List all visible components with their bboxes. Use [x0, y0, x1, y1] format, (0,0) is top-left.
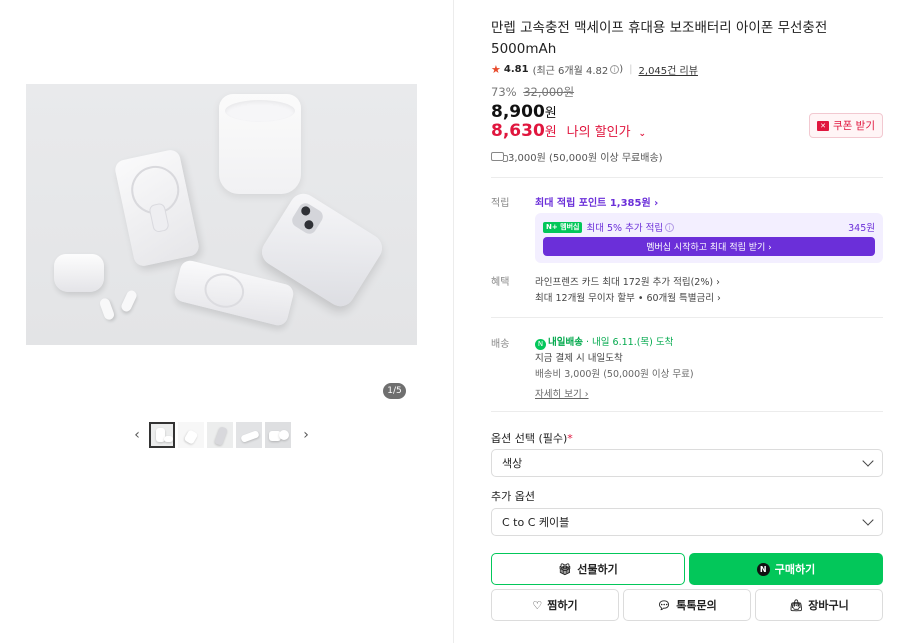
sale-price-number: 8,900: [491, 102, 545, 122]
wishlist-button[interactable]: ♡ 찜하기: [491, 589, 619, 621]
extra-option-label: 추가 옵션: [491, 490, 535, 503]
panel-divider: [453, 0, 454, 643]
card-benefit-link[interactable]: 라인프렌즈 카드 최대 172원 추가 적립(2%) ›: [535, 274, 720, 288]
gift-button[interactable]: 🎁︎ 선물하기: [491, 553, 685, 585]
thumbnail-prev-arrow[interactable]: ‹: [130, 421, 144, 448]
gift-icon: 🎁︎: [558, 562, 573, 576]
wishlist-button-label: 찜하기: [547, 599, 578, 612]
thumbnail-2[interactable]: [178, 421, 204, 448]
thumbnail-3[interactable]: [207, 421, 233, 448]
shipping-fee: 3,000원 (50,000원 이상 무료배송): [491, 149, 663, 164]
membership-start-button[interactable]: 멤버십 시작하고 최대 적립 받기 ›: [543, 237, 875, 256]
membership-text: 최대 5% 추가 적립: [586, 223, 664, 234]
my-price-number: 8,630: [491, 121, 545, 141]
discount-row: 73% 32,000원: [491, 84, 574, 100]
delivery-note: 지금 결제 시 내일도착: [535, 353, 623, 364]
heart-icon: ♡: [532, 598, 543, 612]
chevron-down-icon: [862, 455, 874, 467]
chat-bubble-icon: 💬︎: [657, 598, 672, 612]
buy-button[interactable]: N 구매하기: [689, 553, 883, 585]
delivery-eta: N 내일배송 · 내일 6.11.(목) 도착: [535, 334, 673, 350]
product-gallery: 1/5 ‹ ›: [0, 0, 453, 643]
divider: [491, 317, 883, 318]
extra-option-select[interactable]: C to C 케이블: [491, 508, 883, 536]
image-page-indicator: 1/5: [383, 383, 406, 399]
cart-button-label: 장바구니: [808, 599, 849, 612]
earbud-image: [98, 296, 116, 322]
info-icon[interactable]: i: [610, 65, 620, 74]
shopping-bag-icon: 👜︎: [789, 598, 804, 612]
cart-button[interactable]: 👜︎ 장바구니: [755, 589, 883, 621]
delivery-detail-link[interactable]: 자세히 보기 ›: [535, 386, 589, 400]
gift-button-label: 선물하기: [577, 563, 618, 576]
divider: [491, 411, 883, 412]
thumbnail-1[interactable]: [149, 421, 175, 448]
thumbnail-strip: ‹ ›: [130, 421, 313, 448]
my-discount-price[interactable]: 8,630원 나의 할인가 ⌄: [491, 121, 646, 141]
earbud-image: [119, 288, 139, 314]
color-option-value: 색상: [502, 457, 523, 470]
rating-detail-close: ): [619, 64, 624, 75]
buy-button-label: 구매하기: [774, 563, 816, 576]
my-price-label: 나의 할인가: [566, 125, 631, 140]
required-option-label: 옵션 선택 (필수)*: [491, 430, 573, 446]
delivery-eta-text: · 내일 6.11.(목) 도착: [586, 337, 674, 348]
coupon-button[interactable]: ✕ 쿠폰 받기: [809, 113, 883, 138]
talk-inquiry-button-label: 톡톡문의: [676, 599, 717, 612]
installment-benefit-link[interactable]: 최대 12개월 무이자 할부 • 60개월 특별금리 ›: [535, 290, 721, 304]
coupon-icon: ✕: [817, 120, 829, 131]
naver-pay-icon: N: [756, 562, 770, 576]
thumbnail-5[interactable]: [265, 421, 291, 448]
extra-option-value: C to C 케이블: [502, 516, 570, 529]
chevron-down-icon: [862, 514, 874, 526]
thumbnail-next-arrow[interactable]: ›: [299, 421, 313, 448]
product-title: 만렙 고속충전 맥세이프 휴대용 보조배터리 아이폰 무선충전 5000mAh: [491, 20, 828, 57]
star-icon: ★: [491, 63, 501, 76]
earbuds-case-image: [54, 254, 104, 292]
review-count-link[interactable]: 2,045건 리뷰: [639, 62, 698, 77]
shipping-fee-text: 3,000원 (50,000원 이상 무료배송): [508, 153, 663, 164]
rating-detail: (최근 6개월 4.82: [532, 66, 609, 77]
rating-row: ★ 4.81 (최근 6개월 4.82 i ) | 2,045건 리뷰: [491, 62, 698, 77]
required-option-label-text: 옵션 선택 (필수): [491, 432, 568, 445]
delivery-fee-note: 배송비 3,000원 (50,000원 이상 무료): [535, 369, 694, 380]
chevron-down-icon: ⌄: [638, 129, 647, 139]
discount-rate: 73%: [491, 85, 517, 99]
divider: [491, 177, 883, 178]
my-price-unit: 원: [544, 125, 557, 140]
sale-price-unit: 원: [544, 106, 557, 121]
delivery-label: 배송: [491, 339, 510, 350]
sale-price: 8,900원: [491, 102, 557, 122]
points-label: 적립: [491, 198, 510, 209]
original-price: 32,000원: [523, 85, 575, 99]
rating-value: 4.81: [503, 64, 529, 75]
tomorrow-delivery-badge: 내일배송: [548, 337, 583, 348]
talk-inquiry-button[interactable]: 💬︎ 톡톡문의: [623, 589, 751, 621]
powerbank-stand-image: [113, 148, 201, 268]
color-option-select[interactable]: 색상: [491, 449, 883, 477]
membership-badge: N+ 멤버십: [543, 221, 583, 233]
benefits-label: 혜택: [491, 277, 510, 288]
naver-n-icon: N: [535, 339, 546, 350]
max-point-link[interactable]: 최대 적립 포인트 1,385원 ›: [535, 194, 658, 209]
membership-amount: 345원: [848, 223, 875, 234]
main-product-image[interactable]: [26, 84, 417, 345]
candle-prop: [219, 94, 301, 194]
membership-box: N+ 멤버십 최대 5% 추가 적립 i 345원 멤버십 시작하고 최대 적립…: [535, 213, 883, 263]
separator: |: [629, 64, 633, 75]
required-mark: *: [567, 432, 573, 445]
coupon-button-label: 쿠폰 받기: [833, 120, 875, 132]
info-icon[interactable]: i: [665, 222, 675, 232]
thumbnail-4[interactable]: [236, 421, 262, 448]
truck-icon: [491, 152, 508, 162]
